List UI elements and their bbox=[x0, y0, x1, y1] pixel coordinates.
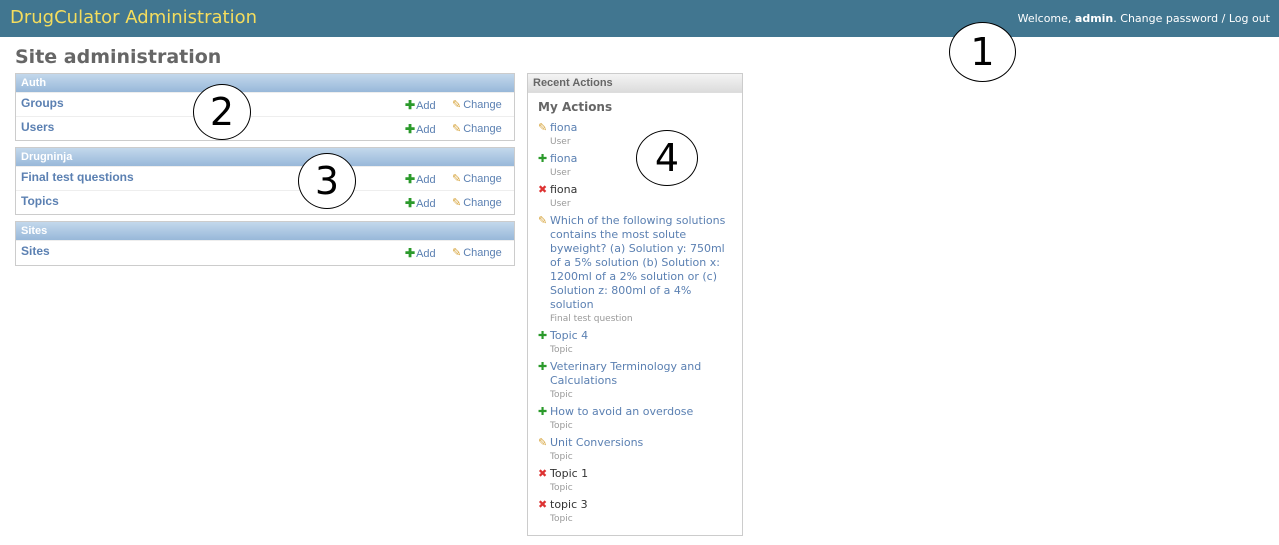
annotation-marker-3: 3 bbox=[298, 153, 356, 209]
plus-icon: ✚ bbox=[405, 98, 416, 112]
header-bar: DrugCulator Administration Welcome, admi… bbox=[0, 0, 1279, 37]
action-link[interactable]: Which of the following solutions contain… bbox=[550, 214, 734, 312]
add-groups-link[interactable]: ✚Add bbox=[405, 98, 436, 112]
plus-icon: ✚ bbox=[405, 122, 416, 136]
recent-actions-caption: Recent Actions bbox=[528, 74, 742, 93]
add-users-link[interactable]: ✚Add bbox=[405, 122, 436, 136]
add-sites-link[interactable]: ✚Add bbox=[405, 246, 436, 260]
user-tools: Welcome, admin. Change password / Log ou… bbox=[1018, 12, 1270, 25]
change-groups-link[interactable]: ✎ Change bbox=[452, 98, 502, 111]
action-type: User bbox=[550, 199, 571, 209]
x-icon: ✖ bbox=[538, 498, 548, 511]
logout-link[interactable]: Log out bbox=[1229, 12, 1270, 25]
model-row-topics: Topics ✚Add ✎ Change bbox=[16, 190, 514, 214]
module-caption: Drugninja bbox=[16, 148, 514, 166]
pencil-icon: ✎ bbox=[538, 214, 548, 227]
x-icon: ✖ bbox=[538, 183, 548, 196]
change-label: Change bbox=[463, 99, 502, 111]
module-auth: Auth Groups ✚Add ✎ Change Users ✚Add ✎ Cha… bbox=[15, 73, 515, 141]
action-item: ✚ How to avoid an overdose Topic bbox=[538, 405, 734, 432]
add-label: Add bbox=[416, 198, 436, 210]
add-label: Add bbox=[416, 124, 436, 136]
plus-icon: ✚ bbox=[405, 196, 416, 210]
action-item: ✚ Veterinary Terminology and Calculation… bbox=[538, 360, 734, 401]
annotation-marker-2: 2 bbox=[193, 84, 251, 140]
model-row-users: Users ✚Add ✎ Change bbox=[16, 116, 514, 140]
annotation-marker-4: 4 bbox=[636, 130, 698, 186]
welcome-text: Welcome, bbox=[1017, 12, 1075, 25]
action-item: ✎ Unit Conversions Topic bbox=[538, 436, 734, 463]
add-label: Add bbox=[416, 100, 436, 112]
action-link[interactable]: How to avoid an overdose bbox=[550, 405, 734, 419]
action-type: Topic bbox=[550, 421, 573, 431]
model-link-sites[interactable]: Sites bbox=[21, 244, 50, 258]
pencil-icon: ✎ bbox=[452, 197, 462, 209]
change-label: Change bbox=[463, 197, 502, 209]
pencil-icon: ✎ bbox=[538, 436, 548, 449]
change-sites-link[interactable]: ✎ Change bbox=[452, 246, 502, 259]
plus-icon: ✚ bbox=[538, 405, 548, 418]
pencil-icon: ✎ bbox=[452, 173, 462, 185]
model-link-groups[interactable]: Groups bbox=[21, 96, 64, 110]
add-final-test-questions-link[interactable]: ✚Add bbox=[405, 172, 436, 186]
action-item: ✖ topic 3 Topic bbox=[538, 498, 734, 525]
action-link[interactable]: Veterinary Terminology and Calculations bbox=[550, 360, 734, 388]
plus-icon: ✚ bbox=[538, 360, 548, 373]
user-tools-separator: / bbox=[1218, 12, 1229, 25]
model-link-users[interactable]: Users bbox=[21, 120, 54, 134]
module-drugninja: Drugninja Final test questions ✚Add ✎ Cha… bbox=[15, 147, 515, 215]
module-caption: Sites bbox=[16, 222, 514, 240]
model-row-sites: Sites ✚Add ✎ Change bbox=[16, 240, 514, 264]
action-link[interactable]: Topic 4 bbox=[550, 329, 734, 343]
model-row-groups: Groups ✚Add ✎ Change bbox=[16, 92, 514, 116]
plus-icon: ✚ bbox=[538, 152, 548, 165]
action-type: Topic bbox=[550, 452, 573, 462]
action-item: ✎ Which of the following solutions conta… bbox=[538, 214, 734, 325]
model-link-final-test-questions[interactable]: Final test questions bbox=[21, 170, 134, 184]
action-item: ✚ Topic 4 Topic bbox=[538, 329, 734, 356]
pencil-icon: ✎ bbox=[452, 99, 462, 111]
action-link[interactable]: fiona bbox=[550, 121, 734, 135]
action-label: Topic 1 bbox=[550, 467, 589, 480]
username: admin bbox=[1074, 12, 1114, 25]
add-topics-link[interactable]: ✚Add bbox=[405, 196, 436, 210]
module-sites: Sites Sites ✚Add ✎ Change bbox=[15, 221, 515, 266]
action-item: ✎ fiona User bbox=[538, 121, 734, 148]
my-actions-title: My Actions bbox=[538, 100, 613, 114]
action-type: Final test question bbox=[550, 314, 633, 324]
x-icon: ✖ bbox=[538, 467, 548, 480]
pencil-icon: ✎ bbox=[452, 247, 462, 259]
action-label: fiona bbox=[550, 183, 578, 196]
model-link-topics[interactable]: Topics bbox=[21, 194, 59, 208]
add-label: Add bbox=[416, 174, 436, 186]
annotation-marker-1: 1 bbox=[949, 22, 1016, 82]
plus-icon: ✚ bbox=[405, 172, 416, 186]
change-users-link[interactable]: ✎ Change bbox=[452, 122, 502, 135]
action-item: ✖ fiona User bbox=[538, 183, 734, 210]
add-label: Add bbox=[416, 248, 436, 260]
action-type: Topic bbox=[550, 514, 573, 524]
change-final-test-questions-link[interactable]: ✎ Change bbox=[452, 172, 502, 185]
module-caption: Auth bbox=[16, 74, 514, 92]
plus-icon: ✚ bbox=[405, 246, 416, 260]
recent-actions-panel: Recent Actions My Actions ✎ fiona User ✚… bbox=[527, 73, 743, 536]
change-password-link[interactable]: Change password bbox=[1120, 12, 1218, 25]
action-link[interactable]: Unit Conversions bbox=[550, 436, 734, 450]
action-label: topic 3 bbox=[550, 498, 588, 511]
change-label: Change bbox=[463, 123, 502, 135]
page-title: Site administration bbox=[15, 46, 222, 68]
model-row-final-test-questions: Final test questions ✚Add ✎ Change bbox=[16, 166, 514, 190]
action-type: Topic bbox=[550, 483, 573, 493]
change-label: Change bbox=[463, 173, 502, 185]
action-type: Topic bbox=[550, 345, 573, 355]
change-label: Change bbox=[463, 247, 502, 259]
welcome-period: . bbox=[1113, 12, 1117, 25]
plus-icon: ✚ bbox=[538, 329, 548, 342]
pencil-icon: ✎ bbox=[452, 123, 462, 135]
pencil-icon: ✎ bbox=[538, 121, 548, 134]
action-item: ✖ Topic 1 Topic bbox=[538, 467, 734, 494]
site-branding[interactable]: DrugCulator Administration bbox=[10, 7, 257, 28]
action-type: Topic bbox=[550, 390, 573, 400]
change-topics-link[interactable]: ✎ Change bbox=[452, 196, 502, 209]
